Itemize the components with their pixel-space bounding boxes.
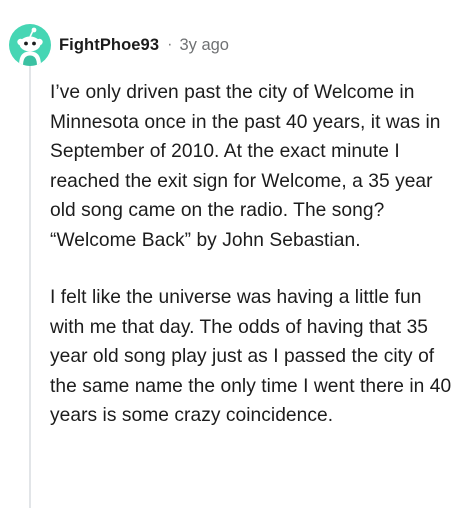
username-link[interactable]: FightPhoe93	[59, 36, 159, 55]
comment-body: I’ve only driven past the city of Welcom…	[50, 78, 460, 431]
thread-line[interactable]	[29, 66, 31, 508]
comment-paragraph: I felt like the universe was having a li…	[50, 287, 452, 426]
comment-header: FightPhoe93 · 3y ago	[9, 22, 229, 68]
comment: FightPhoe93 · 3y ago I’ve only driven pa…	[0, 0, 466, 508]
meta-separator: ·	[167, 36, 173, 53]
snoo-avatar-icon[interactable]	[9, 24, 51, 66]
comment-timestamp[interactable]: 3y ago	[179, 36, 229, 55]
comment-paragraph: I’ve only driven past the city of Welcom…	[50, 82, 441, 251]
